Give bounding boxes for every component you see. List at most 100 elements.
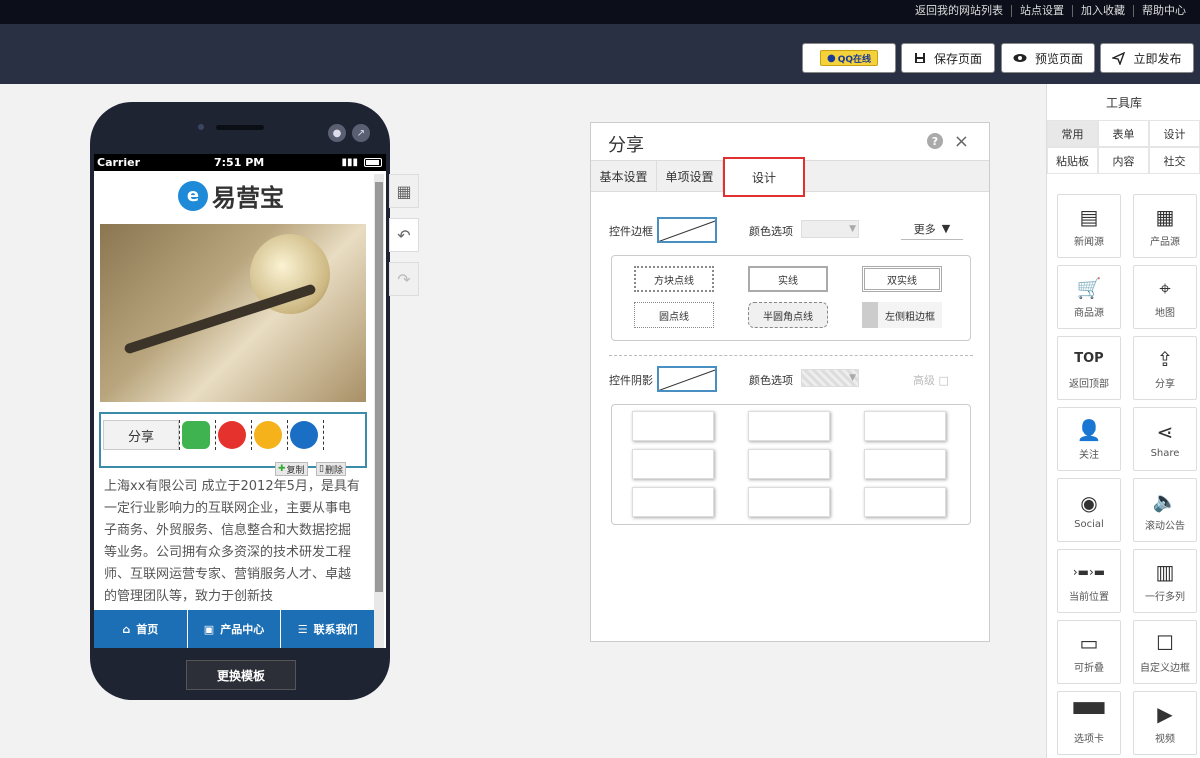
qq-online-button[interactable]: ● QQ在线 — [802, 43, 896, 73]
delete-label: 删除 — [324, 465, 343, 476]
nav-contact[interactable]: ☰ 联系我们 — [281, 610, 374, 648]
renren-icon[interactable] — [287, 420, 319, 450]
panel-title: 分享 — [608, 135, 644, 156]
user-add-icon: 👤 — [1076, 417, 1102, 442]
border-option-square-dotted[interactable]: 方块点线 — [634, 266, 714, 292]
change-template-button[interactable]: 更换模板 — [186, 660, 296, 690]
link-add-favorite[interactable]: 加入收藏 — [1072, 5, 1133, 17]
advanced-toggle[interactable]: 高级 □ — [913, 372, 949, 388]
tool-breadcrumb[interactable]: ›▬›▬ 当前位置 — [1057, 549, 1121, 613]
tool-back-to-top[interactable]: TOP 返回顶部 — [1057, 336, 1121, 400]
tab-common[interactable]: 常用 — [1047, 120, 1098, 147]
tool-label: 视频 — [1155, 733, 1175, 745]
border-swatch[interactable] — [657, 217, 717, 243]
tab-social[interactable]: 社交 — [1149, 147, 1200, 174]
carrier-text: Carrier — [97, 156, 141, 169]
eye-icon — [1013, 54, 1027, 62]
tool-share[interactable]: ⇪ 分享 — [1133, 336, 1197, 400]
shadow-option[interactable] — [864, 487, 946, 517]
nav-products[interactable]: ▣ 产品中心 — [188, 610, 282, 648]
tool-news-source[interactable]: ▤ 新闻源 — [1057, 194, 1121, 258]
help-icon[interactable]: ? — [927, 133, 943, 149]
border-option-solid[interactable]: 实线 — [748, 266, 828, 292]
tool-share-en[interactable]: ⋖ Share — [1133, 407, 1197, 471]
tool-follow[interactable]: 👤 关注 — [1057, 407, 1121, 471]
shadow-option[interactable] — [632, 487, 714, 517]
link-help-center[interactable]: 帮助中心 — [1133, 5, 1194, 17]
link-site-settings[interactable]: 站点设置 — [1011, 5, 1072, 17]
video-icon: ▶ — [1157, 701, 1173, 726]
tool-label: 关注 — [1079, 449, 1099, 461]
border-option-round-dotted[interactable]: 圆点线 — [634, 302, 714, 328]
phone-speaker — [216, 125, 264, 130]
wechat-icon[interactable] — [179, 420, 211, 450]
tool-collapsible[interactable]: ▭ 可折叠 — [1057, 620, 1121, 684]
qzone-icon[interactable] — [251, 420, 283, 450]
shadow-option[interactable] — [864, 449, 946, 479]
preview-page-button[interactable]: 预览页面 — [1001, 43, 1095, 73]
tool-label: 新闻源 — [1074, 236, 1104, 248]
tab-toolbox-design[interactable]: 设计 — [1149, 120, 1200, 147]
top-bar: 返回我的网站列表 站点设置 加入收藏 帮助中心 — [0, 0, 1200, 24]
tool-video[interactable]: ▶ 视频 — [1133, 691, 1197, 755]
tab-clipboard[interactable]: 粘贴板 — [1047, 147, 1098, 174]
undo-icon[interactable]: ↶ — [389, 218, 419, 252]
border-label: 控件边框 — [609, 225, 653, 238]
shadow-option[interactable] — [632, 449, 714, 479]
phone-scrollbar[interactable] — [374, 174, 384, 648]
tab-basic-settings[interactable]: 基本设置 — [591, 161, 657, 192]
tool-scroll-notice[interactable]: 🔈 滚动公告 — [1133, 478, 1197, 542]
delete-button[interactable]: ▯ 删除 — [316, 462, 346, 476]
tab-item-settings[interactable]: 单项设置 — [657, 161, 723, 192]
border-color-label: 颜色选项 — [749, 225, 793, 238]
tool-multi-column[interactable]: ▥ 一行多列 — [1133, 549, 1197, 613]
tool-custom-border[interactable]: ☐ 自定义边框 — [1133, 620, 1197, 684]
shadow-color-select[interactable]: ▼ — [801, 369, 859, 387]
banner-image — [100, 224, 366, 402]
shadow-option[interactable] — [864, 411, 946, 441]
tool-tabs[interactable]: ▀▀ 选项卡 — [1057, 691, 1121, 755]
link-site-list[interactable]: 返回我的网站列表 — [907, 5, 1011, 17]
border-color-select[interactable]: ▼ — [801, 220, 859, 238]
tool-product-source[interactable]: ▦ 产品源 — [1133, 194, 1197, 258]
publish-button[interactable]: 立即发布 — [1100, 43, 1194, 73]
shadow-option[interactable] — [632, 411, 714, 441]
tool-goods-source[interactable]: 🛒 商品源 — [1057, 265, 1121, 329]
tool-social[interactable]: ◉ Social — [1057, 478, 1121, 542]
signal-icon: ▮▮▮ — [341, 157, 358, 168]
border-option-rounded-dotted[interactable]: 半圆角点线 — [748, 302, 828, 328]
shadow-option[interactable] — [748, 411, 830, 441]
shadow-color-label: 颜色选项 — [749, 374, 793, 387]
shadow-swatch[interactable] — [657, 366, 717, 392]
shadow-option[interactable] — [748, 487, 830, 517]
tool-label: 商品源 — [1074, 307, 1104, 319]
tab-content[interactable]: 内容 — [1098, 147, 1149, 174]
weibo-icon[interactable] — [215, 420, 247, 450]
site-logo[interactable]: e 易营宝 — [178, 178, 284, 213]
share-widget[interactable]: 分享 — [99, 412, 367, 468]
logo-text: 易营宝 — [212, 184, 284, 212]
scrollbar-thumb[interactable] — [375, 182, 383, 592]
shadow-option[interactable] — [748, 449, 830, 479]
more-button[interactable]: 更多 ▼ — [901, 218, 963, 240]
redo-icon[interactable]: ↷ — [389, 262, 419, 296]
chart-icon[interactable]: ↗ — [352, 124, 370, 142]
columns-icon: ▥ — [1155, 559, 1175, 584]
chat-icon[interactable]: ● — [328, 124, 346, 142]
caret-down-icon: ▼ — [941, 222, 951, 235]
tab-form[interactable]: 表单 — [1098, 120, 1149, 147]
border-option-double[interactable]: 双实线 — [862, 266, 942, 292]
save-page-button[interactable]: 保存页面 — [901, 43, 995, 73]
nav-home[interactable]: ⌂ 首页 — [94, 610, 188, 648]
close-icon[interactable]: × — [954, 131, 969, 152]
speaker-icon: 🔈 — [1152, 488, 1178, 513]
logo-mark-icon: e — [178, 180, 208, 211]
tool-map[interactable]: ⌖ 地图 — [1133, 265, 1197, 329]
tabs-icon: ▀▀ — [1073, 701, 1105, 726]
qr-code-icon[interactable]: ▦ — [389, 174, 419, 208]
border-option-left-thick[interactable]: 左侧粗边框 — [862, 302, 942, 328]
nav-contact-label: 联系我们 — [313, 623, 358, 636]
copy-button[interactable]: ✚ 复制 — [275, 462, 308, 476]
tool-label: 选项卡 — [1074, 733, 1104, 745]
tab-design[interactable]: 设计 — [723, 157, 805, 197]
